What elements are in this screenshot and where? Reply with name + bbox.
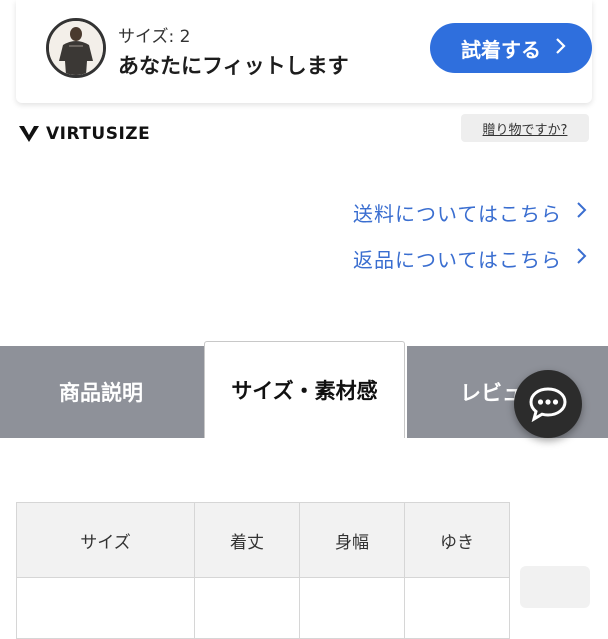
recommended-size: サイズ: 2 [118, 27, 191, 47]
try-on-label: 試着する [461, 37, 541, 62]
tab-description[interactable]: 商品説明 [0, 346, 202, 438]
table-cell [404, 577, 510, 639]
table-header-row: サイズ 着丈 身幅 ゆき [16, 502, 510, 578]
table-header-size: サイズ [16, 502, 195, 578]
chevron-right-icon [576, 246, 588, 271]
tab-size-material-label: サイズ・素材感 [231, 379, 378, 403]
table-header-sleeve: ゆき [404, 502, 510, 578]
virtusize-v-icon [19, 126, 39, 142]
table-cell [299, 577, 405, 639]
try-on-button[interactable]: 試着する [430, 23, 592, 73]
virtusize-logo: VIRTUSIZE [18, 124, 150, 144]
table-header-length: 着丈 [194, 502, 300, 578]
chat-button[interactable] [514, 370, 582, 438]
virtusize-logo-text: VIRTUSIZE [46, 124, 151, 144]
virtusize-fit-card: サイズ: 2 あなたにフィットします 試着する [16, 0, 592, 103]
model-figure-icon [49, 21, 103, 75]
chat-bubble-icon [529, 387, 567, 422]
fit-message: あなたにフィットします [118, 54, 349, 78]
returns-info-link[interactable]: 返品についてはこちら [353, 244, 588, 273]
table-cell [16, 577, 195, 639]
table-cell [194, 577, 300, 639]
floating-panel [520, 566, 590, 608]
chevron-right-icon [555, 36, 567, 60]
table-header-width: 身幅 [299, 502, 405, 578]
size-table: サイズ 着丈 身幅 ゆき [16, 502, 510, 639]
tab-description-label: 商品説明 [59, 381, 143, 405]
shipping-info-label: 送料についてはこちら [353, 202, 562, 226]
gift-link[interactable]: 贈り物ですか? [461, 114, 589, 142]
table-row [16, 577, 510, 639]
chevron-right-icon [576, 200, 588, 225]
returns-info-label: 返品についてはこちら [353, 248, 562, 272]
tab-size-material[interactable]: サイズ・素材感 [204, 341, 405, 438]
shipping-info-link[interactable]: 送料についてはこちら [353, 198, 588, 227]
model-avatar [46, 18, 106, 78]
